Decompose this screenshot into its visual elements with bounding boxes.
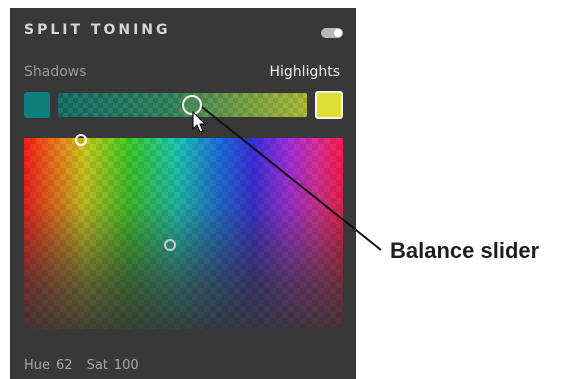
- highlight-hue-marker[interactable]: [75, 134, 87, 146]
- highlights-label: Highlights: [269, 64, 341, 80]
- shadows-label: Shadows: [24, 64, 87, 80]
- shadows-color-swatch[interactable]: [24, 92, 50, 118]
- field-transparency-grid: [24, 138, 343, 329]
- balance-slider-handle[interactable]: [182, 95, 203, 115]
- toggle-switch-icon[interactable]: [321, 28, 343, 38]
- hue-value: 62: [56, 358, 73, 373]
- panel-title: SPLIT TONING: [24, 22, 171, 38]
- sat-value: 100: [113, 358, 139, 373]
- hue-saturation-field[interactable]: [24, 134, 343, 329]
- hue-label: Hue: [24, 358, 51, 373]
- balance-slider-track[interactable]: [58, 93, 307, 117]
- highlights-color-swatch[interactable]: [315, 91, 343, 119]
- callout-label: Balance slider: [390, 238, 540, 263]
- sample-point-marker[interactable]: [164, 239, 176, 251]
- split-toning-panel: SPLIT TONING Shadows Highlights Hue 62 Sat…: [10, 8, 356, 379]
- hue-sat-readout: Hue 62 Sat 100: [24, 358, 145, 373]
- sat-label: Sat: [86, 358, 108, 373]
